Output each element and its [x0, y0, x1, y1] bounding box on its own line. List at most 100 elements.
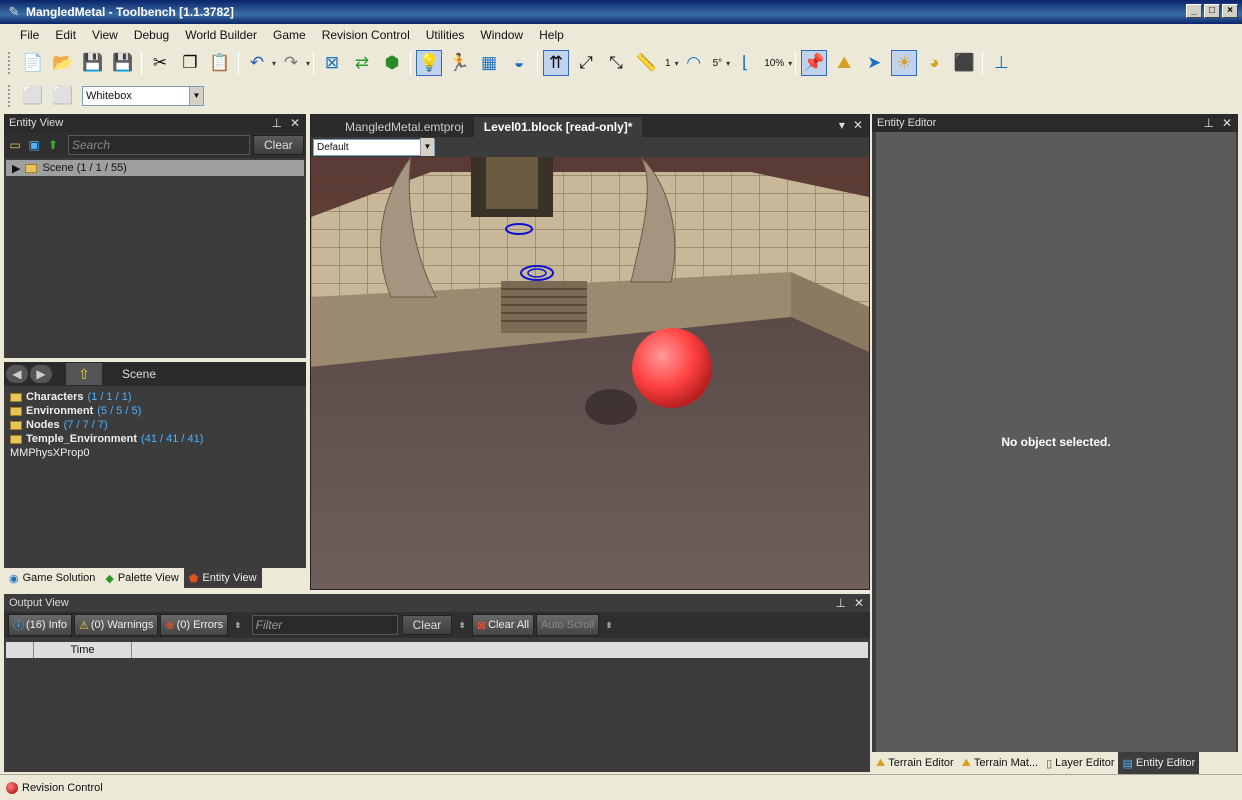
ruler-icon[interactable]: 📏	[633, 50, 659, 76]
package-icon[interactable]: ⬢	[379, 50, 405, 76]
menu-view[interactable]: View	[84, 28, 126, 42]
output-filter-input[interactable]: Filter	[251, 615, 398, 635]
back-arrow-icon[interactable]: ◀	[6, 365, 28, 383]
close-panel-icon[interactable]: ✕	[854, 596, 864, 610]
move-axis-icon[interactable]: ⇈	[543, 50, 570, 76]
doc-close-icon[interactable]: ✕	[853, 118, 863, 132]
sync-icon[interactable]: ⇄	[349, 50, 375, 76]
scene-tree-row[interactable]: ▶ Scene (1 / 1 / 55)	[6, 160, 304, 176]
red-sphere[interactable]	[632, 328, 712, 408]
3d-viewport[interactable]	[311, 157, 869, 589]
entity-search-input[interactable]: Search	[68, 135, 250, 155]
tab-palette-view[interactable]: ◆ Palette View	[100, 568, 184, 588]
doc-dropdown-icon[interactable]: ▾	[839, 118, 845, 132]
close-button[interactable]: ×	[1222, 4, 1238, 18]
menu-edit[interactable]: Edit	[47, 28, 84, 42]
toolbar-grip-2[interactable]	[8, 85, 12, 107]
tab-terrain-editor[interactable]: ⛰ Terrain Editor	[872, 752, 958, 774]
menu-help[interactable]: Help	[531, 28, 572, 42]
revision-status-label[interactable]: Revision Control	[22, 782, 103, 794]
sun-icon[interactable]: ◕	[921, 50, 947, 76]
dome-icon[interactable]: ◒	[506, 50, 532, 76]
chevron-down-icon[interactable]: ▼	[189, 87, 203, 105]
tab-terrain-material[interactable]: ⛰ Terrain Mat...	[958, 752, 1042, 774]
list-item[interactable]: MMPhysXProp0	[4, 446, 306, 460]
auto-scroll-button[interactable]: Auto Scroll	[536, 614, 600, 636]
close-panel-icon[interactable]: ✕	[1222, 116, 1232, 130]
run-icon[interactable]: 🏃	[446, 50, 472, 76]
cube-icon[interactable]: ⬜	[20, 83, 46, 109]
pin-panel-icon[interactable]: ⊥	[271, 116, 281, 130]
pin-icon[interactable]: 📌	[801, 50, 828, 76]
refresh-icon[interactable]: ⬆	[45, 137, 61, 153]
scale-value[interactable]: 10%	[760, 58, 788, 69]
cube-multi-icon[interactable]: ⬜	[50, 83, 76, 109]
list-item[interactable]: Temple_Environment (41 / 41 / 41)	[4, 432, 306, 446]
save-all-icon[interactable]: 💾	[110, 50, 136, 76]
open-folder-icon[interactable]: 📂	[50, 50, 76, 76]
clear-all-button[interactable]: ⊠ Clear All	[471, 614, 535, 636]
close-panel-icon[interactable]: ✕	[290, 116, 300, 130]
filter-icon[interactable]: ▣	[26, 137, 42, 153]
col-icon[interactable]	[6, 642, 34, 658]
menu-window[interactable]: Window	[472, 28, 531, 42]
select-arrow-icon[interactable]: ➤	[861, 50, 887, 76]
save-icon[interactable]: 💾	[80, 50, 106, 76]
expand-arrow-icon[interactable]: ▶	[12, 162, 20, 175]
menu-game[interactable]: Game	[265, 28, 314, 42]
maximize-button[interactable]: □	[1204, 4, 1220, 18]
warnings-filter-button[interactable]: ⚠ (0) Warnings	[73, 614, 159, 636]
entity-clear-button[interactable]: Clear	[253, 135, 304, 155]
pin-panel-icon[interactable]: ⊥	[835, 596, 845, 610]
menu-revision-control[interactable]: Revision Control	[314, 28, 418, 42]
axis-3-icon[interactable]: ⤡	[603, 50, 629, 76]
col-time[interactable]: Time	[34, 642, 132, 658]
palette-icon: ◆	[105, 572, 114, 585]
forward-arrow-icon[interactable]: ▶	[30, 365, 52, 383]
cut-icon[interactable]: ✂	[147, 50, 173, 76]
lightbulb-icon[interactable]: 💡	[416, 50, 443, 76]
grid-value[interactable]: 1	[661, 58, 675, 69]
copy-icon[interactable]: ❐	[177, 50, 203, 76]
terrain-icon[interactable]: ⛰	[831, 50, 857, 76]
axis-2-icon[interactable]: ⤢	[573, 50, 599, 76]
list-item[interactable]: Nodes (7 / 7 / 7)	[4, 418, 306, 432]
menu-world-builder[interactable]: World Builder	[177, 28, 265, 42]
tab-level01[interactable]: Level01.block [read-only]*	[473, 117, 643, 137]
redo-icon[interactable]: ↷	[278, 50, 304, 76]
render-mode-combo[interactable]: Whitebox ▼	[82, 86, 204, 106]
error-icon: ⊗	[165, 619, 175, 632]
grid-plane-icon[interactable]: ▦	[476, 50, 502, 76]
folder-icon[interactable]: ▭	[7, 137, 23, 153]
list-item[interactable]: Characters (1 / 1 / 1)	[4, 390, 306, 404]
new-file-icon[interactable]: 📄	[20, 50, 46, 76]
minimize-button[interactable]: _	[1186, 4, 1202, 18]
tab-entity-view[interactable]: ⬟ Entity View	[183, 568, 262, 588]
menu-file[interactable]: File	[12, 28, 47, 42]
export-icon[interactable]: ⊠	[319, 50, 345, 76]
output-clear-button[interactable]: Clear	[401, 615, 453, 635]
pin-panel-icon[interactable]: ⊥	[1203, 116, 1213, 130]
menu-bar: File Edit View Debug World Builder Game …	[0, 24, 1242, 46]
folder-up-icon[interactable]: ⇧	[66, 363, 102, 385]
angle-value[interactable]: 5°	[709, 58, 727, 69]
menu-utilities[interactable]: Utilities	[418, 28, 473, 42]
toolbar-grip[interactable]	[8, 52, 12, 74]
errors-filter-button[interactable]: ⊗ (0) Errors	[160, 614, 229, 636]
info-filter-button[interactable]: ⓘ (16) Info	[8, 614, 72, 636]
menu-debug[interactable]: Debug	[126, 28, 177, 42]
tab-project[interactable]: MangledMetal.emtproj	[335, 117, 474, 137]
stamp-icon[interactable]: ⊥	[988, 50, 1014, 76]
tab-game-solution[interactable]: ◉ Game Solution	[4, 568, 101, 588]
undo-icon[interactable]: ↶	[244, 50, 270, 76]
scale-icon[interactable]: ⌊	[732, 50, 758, 76]
paste-icon[interactable]: 📋	[207, 50, 233, 76]
list-item[interactable]: Environment (5 / 5 / 5)	[4, 404, 306, 418]
tab-entity-editor[interactable]: ▤ Entity Editor	[1118, 752, 1200, 774]
camera-view-combo[interactable]: Default ▼	[313, 138, 435, 156]
box-icon[interactable]: ⬛	[951, 50, 977, 76]
chevron-down-icon[interactable]: ▼	[420, 138, 434, 156]
protractor-icon[interactable]: ◠	[681, 50, 707, 76]
tab-layer-editor[interactable]: ▯ Layer Editor	[1042, 752, 1118, 774]
light-icon[interactable]: ☀	[891, 50, 918, 76]
